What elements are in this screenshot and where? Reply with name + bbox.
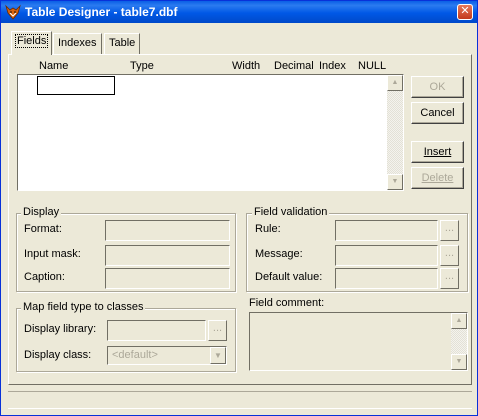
delete-button-label: Delete bbox=[421, 172, 454, 184]
input-mask-input[interactable] bbox=[105, 245, 230, 266]
rule-input[interactable] bbox=[335, 220, 438, 241]
column-header-null: NULL bbox=[358, 60, 387, 72]
column-header-name: Name bbox=[39, 60, 69, 72]
column-header-type: Type bbox=[130, 60, 154, 72]
display-group-legend: Display bbox=[21, 206, 62, 218]
tab-fields-label: Fields bbox=[14, 34, 49, 48]
message-input[interactable] bbox=[335, 245, 438, 266]
message-builder-button[interactable]: ... bbox=[440, 245, 459, 266]
field-comment-textarea[interactable]: ▲ ▼ bbox=[249, 312, 468, 371]
display-library-label: Display library: bbox=[24, 323, 97, 335]
display-class-label: Display class: bbox=[24, 349, 92, 361]
field-name-input[interactable] bbox=[37, 76, 115, 95]
fields-grid-scrollbar[interactable]: ▲ ▼ bbox=[387, 75, 403, 190]
field-comment-label: Field comment: bbox=[249, 297, 325, 309]
field-comment-scrollbar[interactable]: ▲ ▼ bbox=[451, 313, 467, 370]
ok-button[interactable]: OK bbox=[411, 76, 464, 98]
tab-indexes[interactable]: Indexes bbox=[53, 33, 102, 54]
scroll-down-arrow-icon[interactable]: ▼ bbox=[387, 174, 403, 190]
foxpro-fox-icon bbox=[5, 4, 21, 20]
column-header-width: Width bbox=[232, 60, 261, 72]
tab-table[interactable]: Table bbox=[104, 33, 141, 54]
caption-label: Caption: bbox=[24, 271, 65, 283]
display-class-value: <default> bbox=[112, 349, 158, 361]
insert-button-label: Insert bbox=[423, 146, 452, 158]
chevron-down-icon[interactable]: ▼ bbox=[210, 347, 226, 364]
insert-button[interactable]: Insert bbox=[411, 141, 464, 163]
tab-indexes-label: Indexes bbox=[58, 37, 97, 49]
title-bar[interactable]: Table Designer - table7.dbf ✕ bbox=[1, 1, 477, 23]
window-title: Table Designer - table7.dbf bbox=[25, 5, 178, 19]
delete-button[interactable]: Delete bbox=[411, 167, 464, 189]
display-class-select[interactable]: <default> ▼ bbox=[107, 346, 227, 365]
cancel-button[interactable]: Cancel bbox=[411, 102, 464, 124]
rule-builder-button[interactable]: ... bbox=[440, 220, 459, 241]
tab-fields[interactable]: Fields bbox=[11, 31, 53, 55]
format-input[interactable] bbox=[105, 220, 230, 241]
caption-input[interactable] bbox=[105, 268, 230, 289]
map-field-type-legend: Map field type to classes bbox=[21, 301, 146, 313]
rule-label: Rule: bbox=[255, 223, 281, 235]
tab-table-label: Table bbox=[109, 37, 136, 49]
format-label: Format: bbox=[24, 223, 62, 235]
message-label: Message: bbox=[255, 248, 303, 260]
fields-grid[interactable]: ▲ ▼ bbox=[17, 74, 404, 191]
table-designer-window: Table Designer - table7.dbf ✕ Fields Ind… bbox=[0, 0, 478, 416]
display-library-browse-button[interactable]: ... bbox=[208, 320, 227, 341]
column-header-decimal: Decimal bbox=[274, 60, 314, 72]
scroll-down-arrow-icon[interactable]: ▼ bbox=[451, 354, 467, 370]
scroll-up-arrow-icon[interactable]: ▲ bbox=[387, 75, 403, 91]
display-library-input[interactable] bbox=[107, 320, 206, 341]
default-value-builder-button[interactable]: ... bbox=[440, 268, 459, 289]
field-validation-legend: Field validation bbox=[252, 206, 330, 218]
input-mask-label: Input mask: bbox=[24, 248, 81, 260]
column-header-index: Index bbox=[319, 60, 346, 72]
scroll-up-arrow-icon[interactable]: ▲ bbox=[451, 313, 467, 329]
close-icon[interactable]: ✕ bbox=[457, 4, 473, 20]
default-value-label: Default value: bbox=[255, 271, 323, 283]
default-value-input[interactable] bbox=[335, 268, 438, 289]
bottom-separator bbox=[8, 391, 472, 409]
